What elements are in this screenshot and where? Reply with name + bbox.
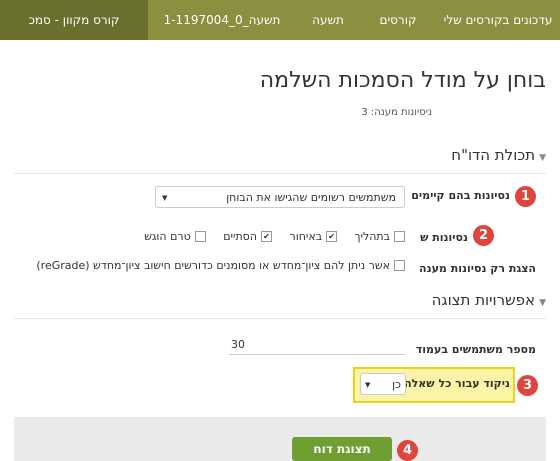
- breadcrumb: עדכונים בקורסים שלי קורסים תשעה תשעה_0_1…: [0, 0, 560, 40]
- divider: [14, 173, 546, 174]
- breadcrumb-courses[interactable]: קורסים: [348, 0, 436, 40]
- divider: [14, 318, 546, 319]
- breadcrumb-online-course[interactable]: קורס מקוון - סמכ: [0, 0, 148, 40]
- report-section-header[interactable]: ▼תכולת הדו"ח: [451, 146, 546, 164]
- attempts-summary: ניסיונות מענה: 3: [361, 107, 432, 118]
- checkbox[interactable]: [394, 230, 405, 242]
- state-option-label: בתהליך: [354, 230, 390, 243]
- state-option-label: טרם הוגש: [144, 230, 191, 243]
- breadcrumb-label: תשעה: [312, 13, 344, 27]
- checkbox-checked[interactable]: ✔: [326, 230, 338, 242]
- state-option-label: הסתיים: [223, 230, 258, 243]
- page-size-value: 30: [231, 338, 245, 351]
- breadcrumb-label: קורסים: [379, 13, 417, 27]
- breadcrumb-year[interactable]: תשעה: [284, 0, 360, 40]
- state-option-label: באיחור: [289, 230, 323, 243]
- page-size-input[interactable]: 30: [229, 336, 405, 355]
- page-size-label: מספר משתמשים בעמוד: [415, 343, 536, 356]
- chevron-down-icon: ▼: [162, 194, 168, 202]
- form-footer: [14, 417, 546, 461]
- attempts-that-label: נסיונות ש: [420, 231, 468, 244]
- checkbox-checked[interactable]: ✔: [261, 230, 273, 242]
- step-badge-2: 2: [473, 225, 494, 246]
- attempts-from-value: משתמשים רשומים שהגישו את הבוחן: [226, 191, 396, 204]
- checkbox[interactable]: [394, 259, 405, 271]
- show-report-button[interactable]: תצוגת דוח: [292, 437, 392, 461]
- breadcrumb-label: עדכונים בקורסים שלי: [443, 13, 553, 27]
- report-section-title: תכולת הדו"ח: [451, 146, 536, 164]
- state-option-in-progress[interactable]: בתהליך: [355, 230, 405, 243]
- state-option-never-submitted[interactable]: טרם הוגש: [144, 230, 206, 243]
- chevron-down-icon: ▼: [365, 381, 371, 389]
- breadcrumb-label: קורס מקוון - סמכ: [28, 13, 120, 27]
- step-badge-1: 1: [515, 186, 536, 207]
- collapse-triangle-icon: ▼: [539, 298, 546, 308]
- per-question-label: ניקוד עבור כל שאלה: [404, 377, 510, 390]
- regrade-filter-label: הצגת רק נסיונות מענה: [419, 262, 536, 275]
- checkbox[interactable]: [194, 230, 206, 242]
- display-section-header[interactable]: ▼אפשרויות תצוגה: [432, 291, 546, 309]
- step-badge-4: 4: [397, 440, 418, 461]
- breadcrumb-label: תשעה_0_1-1197004: [163, 13, 281, 27]
- state-option-overdue[interactable]: ✔באיחור: [290, 230, 338, 243]
- attempts-from-select[interactable]: משתמשים רשומים שהגישו את הבוחן ▼: [155, 186, 405, 208]
- attempts-from-label: נסיונות בהם קיימים: [411, 189, 510, 202]
- page-title: בוחן על מודל הסמכות השלמה: [259, 68, 546, 93]
- attempt-state-options: בתהליך ✔באיחור ✔הסתיים טרם הוגש: [130, 230, 405, 243]
- regrade-filter-option[interactable]: אשר ניתן להם ציון־מחדש או מסומנים כדורשי…: [36, 259, 405, 272]
- collapse-triangle-icon: ▼: [539, 153, 546, 163]
- breadcrumb-my-courses-updates[interactable]: עדכונים בקורסים שלי: [436, 0, 560, 40]
- per-question-value: כן: [392, 378, 401, 391]
- state-option-finished[interactable]: ✔הסתיים: [223, 230, 273, 243]
- regrade-option-label: אשר ניתן להם ציון־מחדש או מסומנים כדורשי…: [36, 259, 390, 272]
- per-question-select[interactable]: כן ▼: [360, 373, 406, 395]
- step-badge-3: 3: [517, 375, 538, 396]
- breadcrumb-course-code[interactable]: תשעה_0_1-1197004: [136, 0, 296, 40]
- display-section-title: אפשרויות תצוגה: [431, 291, 536, 309]
